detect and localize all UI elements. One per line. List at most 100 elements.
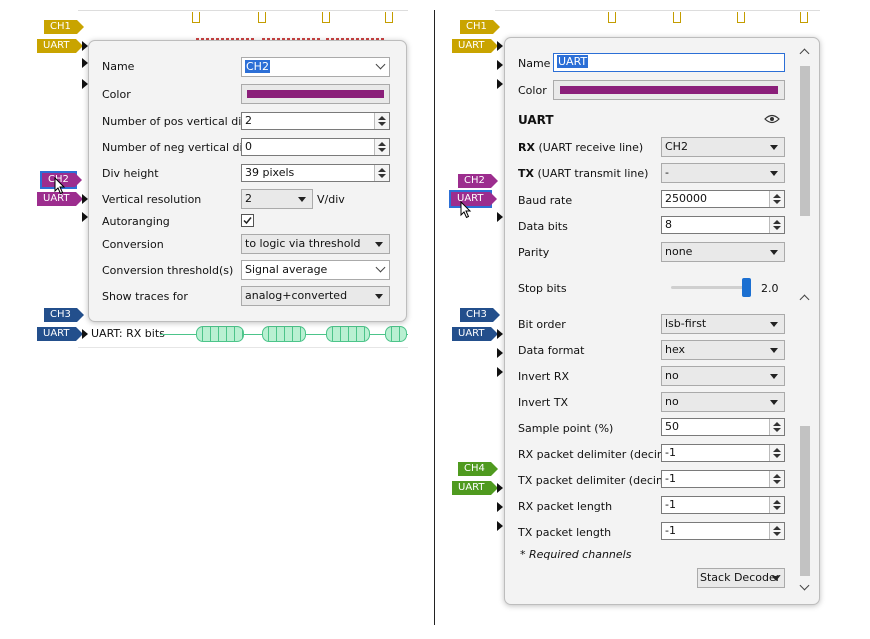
sample-value: 50 [665,420,679,433]
expand-arrow-icon[interactable] [497,367,503,377]
ch1-tag[interactable]: CH1 [44,20,84,34]
stack-decoder-button[interactable]: Stack Decoder [697,568,785,588]
expand-arrow-icon[interactable] [497,60,503,70]
dataformat-select[interactable]: hex [661,340,785,360]
spin-arrows-icon[interactable] [374,113,389,129]
threshold-label: Conversion threshold(s) [102,264,234,277]
spin-arrows-icon[interactable] [374,139,389,155]
tx-select[interactable]: - [661,163,785,183]
name-field[interactable]: CH2 [241,57,390,77]
spin-arrows-icon[interactable] [374,165,389,181]
expand-arrow-icon[interactable] [497,521,503,531]
txlen-value: -1 [665,524,676,537]
scrollbar[interactable] [797,44,813,598]
invertrx-select[interactable]: no [661,366,785,386]
rxdelim-label: RX packet delimiter (decimal) [518,448,682,461]
rx-label: RX (UART receive line) [518,141,643,154]
scroll-up-icon[interactable] [799,48,810,59]
ch3-tag[interactable]: CH3 [460,308,500,322]
rxlen-spinbox[interactable]: -1 [661,496,785,514]
ch1-pulse [608,12,616,23]
stopbits-slider-handle[interactable] [742,278,751,297]
rxdelim-spinbox[interactable]: -1 [661,444,785,462]
scrollbar-thumb[interactable] [800,66,810,216]
ch3-tag[interactable]: CH3 [44,308,84,322]
parity-label: Parity [518,246,550,259]
color-label: Color [102,88,131,101]
autorange-checkbox[interactable] [241,214,254,227]
inverttx-value: no [665,395,679,408]
conversion-select[interactable]: to logic via threshold [241,234,390,254]
expand-arrow-icon[interactable] [497,79,503,89]
ch4-tag[interactable]: CH4 [458,462,498,476]
threshold-select[interactable]: Signal average [241,260,390,280]
rxdelim-value: -1 [665,446,676,459]
dropdown-arrow-icon [770,374,778,379]
scroll-mid-up-icon[interactable] [799,294,810,305]
expand-arrow-icon[interactable] [497,502,503,512]
div-height-spinbox[interactable]: 39 pixels [241,164,390,182]
parity-select[interactable]: none [661,242,785,262]
rx-value: CH2 [665,140,688,153]
conversion-value: to logic via threshold [245,237,361,250]
right-trace-view: CH1 UART CH2 UART CH3 UART CH4 UART Name… [440,0,870,639]
color-picker[interactable] [241,84,390,104]
expand-arrow-icon[interactable] [497,483,503,493]
parity-value: none [665,245,693,258]
uart-tag[interactable]: UART [37,327,82,341]
spin-arrows-icon[interactable] [769,445,784,461]
spin-arrows-icon[interactable] [769,191,784,207]
uart-tag[interactable]: UART [37,39,82,53]
bitorder-select[interactable]: lsb-first [661,314,785,334]
uart-tag[interactable]: UART [452,327,497,341]
uart-tag[interactable]: UART [452,481,497,495]
spin-arrows-icon[interactable] [769,471,784,487]
dropdown-arrow-icon [770,348,778,353]
name-label: Name [518,57,551,70]
color-picker[interactable] [553,80,785,100]
eye-icon[interactable] [764,114,780,124]
vres-select[interactable]: 2 [241,189,313,209]
txlen-spinbox[interactable]: -1 [661,522,785,540]
databits-label: Data bits [518,220,568,233]
expand-arrow-icon[interactable] [497,329,503,339]
tx-label-rest: (UART transmit line) [533,167,649,180]
bitorder-label: Bit order [518,318,566,331]
stack-decoder-label: Stack Decoder [700,571,781,584]
txdelim-spinbox[interactable]: -1 [661,470,785,488]
scrollbar-track-lower[interactable] [800,426,810,576]
rx-label-rest: (UART receive line) [534,141,644,154]
expand-arrow-icon[interactable] [497,348,503,358]
baud-spinbox[interactable]: 250000 [661,190,785,208]
ch2-tag[interactable]: CH2 [458,174,498,188]
pos-divs-label: Number of pos vertical divs [102,115,254,128]
dropdown-arrow-icon [770,400,778,405]
expand-arrow-icon[interactable] [497,41,503,51]
panel-divider [434,10,435,625]
inverttx-select[interactable]: no [661,392,785,412]
uart-tag[interactable]: UART [452,39,497,53]
expand-arrow-icon[interactable] [82,329,88,339]
ch1-tag[interactable]: CH1 [460,20,500,34]
dataformat-value: hex [665,343,686,356]
decoder-bits [326,326,370,342]
pos-divs-spinbox[interactable]: 2 [241,112,390,130]
stopbits-slider-track[interactable] [671,286,751,289]
neg-divs-spinbox[interactable]: 0 [241,138,390,156]
name-value: UART [557,55,589,68]
scroll-down-icon[interactable] [799,580,810,591]
color-label: Color [518,84,547,97]
spin-arrows-icon[interactable] [769,497,784,513]
sample-spinbox[interactable]: 50 [661,418,785,436]
rx-select[interactable]: CH2 [661,137,785,157]
dropdown-arrow-icon [770,145,778,150]
decoder-settings-popup: Name UART Color UART RX (UART receive li… [504,37,820,605]
spin-arrows-icon[interactable] [769,217,784,233]
baud-label: Baud rate [518,194,573,207]
spin-arrows-icon[interactable] [769,523,784,539]
name-input[interactable]: UART [553,53,785,72]
expand-arrow-icon[interactable] [497,212,503,222]
show-traces-select[interactable]: analog+converted [241,286,390,306]
spin-arrows-icon[interactable] [769,419,784,435]
databits-spinbox[interactable]: 8 [661,216,785,234]
